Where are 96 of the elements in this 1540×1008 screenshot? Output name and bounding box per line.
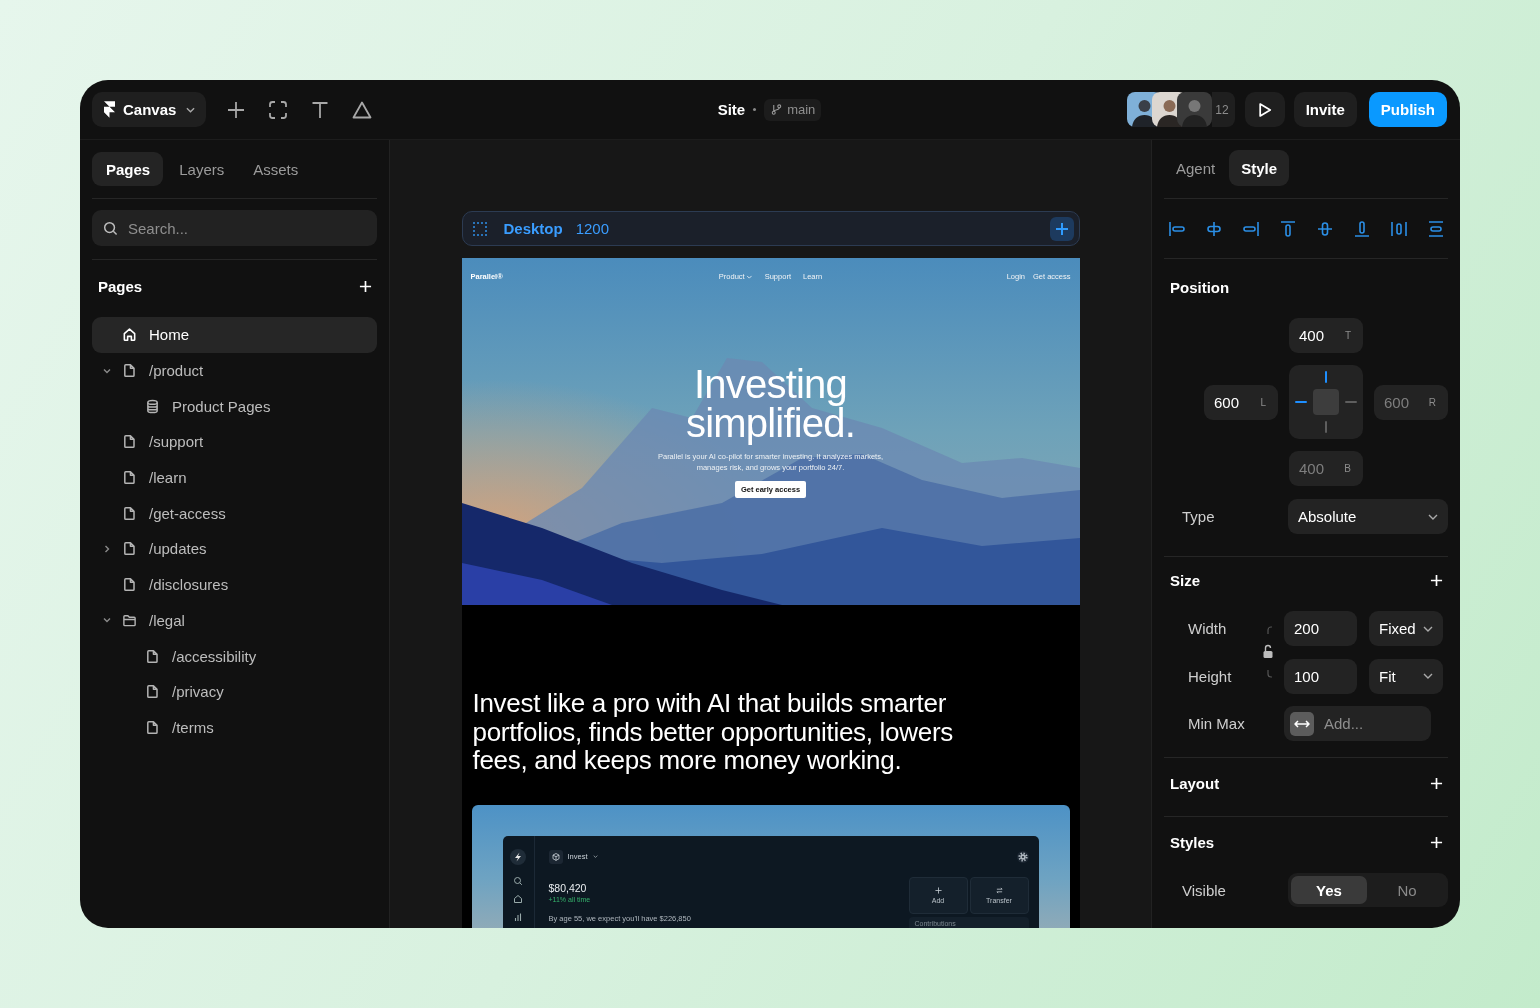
plus-icon: [1054, 221, 1069, 236]
site-name: Site: [717, 101, 746, 118]
chevron-down-icon: [746, 274, 753, 279]
panel-tab[interactable]: Layers: [165, 152, 238, 186]
frame-tool-icon[interactable]: [268, 99, 289, 120]
chevron-down-icon: [1423, 673, 1433, 679]
triangle-icon[interactable]: [352, 99, 373, 120]
align-top-icon[interactable]: [1278, 218, 1298, 239]
section-title: Position: [1170, 278, 1230, 296]
logo-icon: [104, 101, 115, 118]
play-icon: [1257, 101, 1272, 118]
toggle-option[interactable]: No: [1369, 876, 1445, 904]
panel-tab[interactable]: Style: [1229, 150, 1290, 186]
avatar-icon: [1177, 92, 1213, 127]
balance-amount: $80,420: [548, 881, 588, 894]
folder-icon: [122, 612, 137, 628]
section-title: Size: [1170, 571, 1200, 589]
page-icon: [122, 470, 137, 486]
anchor-square: [1313, 389, 1339, 415]
field-label: Visible: [1182, 881, 1226, 899]
database-icon: [145, 398, 160, 414]
page-icon: [122, 434, 137, 450]
width-field[interactable]: 200: [1284, 611, 1357, 646]
text-tool-icon[interactable]: [310, 99, 331, 120]
hero-headline: Investing simplified.: [684, 365, 856, 443]
plus-icon[interactable]: [226, 99, 247, 120]
page-item[interactable]: Product Pages: [92, 388, 377, 425]
page-icon: [122, 577, 137, 593]
height-mode-dropdown[interactable]: Fit: [1369, 658, 1443, 694]
width-mode-dropdown[interactable]: Fixed: [1369, 611, 1443, 646]
page-icon: [145, 648, 160, 664]
swap-arrows-icon: [995, 886, 1003, 894]
position-type-dropdown[interactable]: Absolute: [1288, 499, 1448, 534]
page-icon: [145, 684, 160, 700]
home-icon: [513, 893, 523, 904]
page-item[interactable]: /get-access: [92, 495, 377, 532]
page-item[interactable]: /product: [92, 352, 377, 389]
statement-text: Invest like a pro with AI that builds smarter portfolios, finds better opportunities, lowers fees, and keeps more money working.: [472, 689, 954, 775]
chevron-right-icon[interactable]: [102, 543, 112, 554]
toggle-option[interactable]: Yes: [1291, 876, 1367, 904]
page-item[interactable]: /support: [92, 424, 377, 460]
section-title: Layout: [1170, 774, 1220, 792]
add-breakpoint-button[interactable]: [1049, 216, 1074, 241]
page-item[interactable]: /terms: [92, 709, 377, 746]
home-icon: [122, 327, 137, 343]
field-label: Type: [1182, 508, 1215, 525]
height-field[interactable]: 100: [1284, 658, 1357, 694]
panel-tab[interactable]: Assets: [239, 152, 312, 186]
page-item[interactable]: /accessibility: [92, 638, 377, 674]
search-icon: [513, 875, 523, 886]
separator-dot-icon: [753, 108, 757, 111]
page-item[interactable]: /privacy: [92, 673, 377, 710]
section-title: Pages: [98, 277, 143, 295]
left-position-field[interactable]: 600 L: [1204, 384, 1278, 420]
page-item[interactable]: /updates: [92, 531, 377, 567]
min-max-field[interactable]: Add...: [1284, 706, 1431, 741]
invite-button[interactable]: Invite: [1293, 92, 1357, 127]
branch-icon: [771, 104, 783, 115]
resize-horizontal-icon: [1290, 711, 1314, 736]
collaborator-count: 12: [1212, 92, 1235, 127]
branch-selector[interactable]: main: [764, 98, 822, 121]
field-label: Width: [1188, 620, 1228, 637]
frame-width: 1200: [575, 220, 610, 237]
cube-icon: [548, 849, 563, 864]
grid-icon: [471, 220, 488, 237]
align-bottom-icon[interactable]: [1352, 218, 1372, 239]
page-item[interactable]: /disclosures: [92, 566, 377, 603]
page-item[interactable]: Home: [92, 317, 377, 353]
preview-button[interactable]: [1244, 92, 1285, 127]
ratio-lock-icon[interactable]: [1261, 625, 1275, 680]
page-icon: [122, 505, 137, 521]
page-item[interactable]: /learn: [92, 459, 377, 496]
chevron-down-icon: [1428, 513, 1438, 520]
page-icon: [122, 541, 137, 557]
page-icon: [122, 363, 137, 379]
search-icon: [103, 220, 118, 236]
chevron-down-icon: [186, 106, 196, 113]
page-icon: [145, 719, 160, 735]
search-field[interactable]: Search...: [92, 210, 377, 246]
field-label: Min Max: [1188, 715, 1246, 732]
bar-chart-icon: [513, 911, 523, 922]
settings-icon[interactable]: [1016, 850, 1029, 863]
panel-tab[interactable]: Pages: [92, 152, 164, 186]
page-item[interactable]: /legal: [92, 602, 377, 639]
top-position-field[interactable]: 400 T: [1289, 318, 1363, 353]
frame-name: Desktop: [503, 220, 563, 237]
section-title: Styles: [1170, 833, 1215, 851]
chevron-down-icon: [592, 855, 598, 858]
frame-label-bar[interactable]: Desktop 1200: [461, 211, 1080, 246]
field-label: Height: [1188, 667, 1233, 685]
distribute-vertical-icon[interactable]: [1426, 218, 1446, 239]
panel-tab[interactable]: Agent: [1164, 150, 1228, 186]
project-menu-button[interactable]: Canvas: [92, 92, 207, 127]
chevron-down-icon: [1423, 625, 1433, 632]
bolt-icon: [510, 848, 526, 865]
plus-icon: [934, 886, 942, 894]
